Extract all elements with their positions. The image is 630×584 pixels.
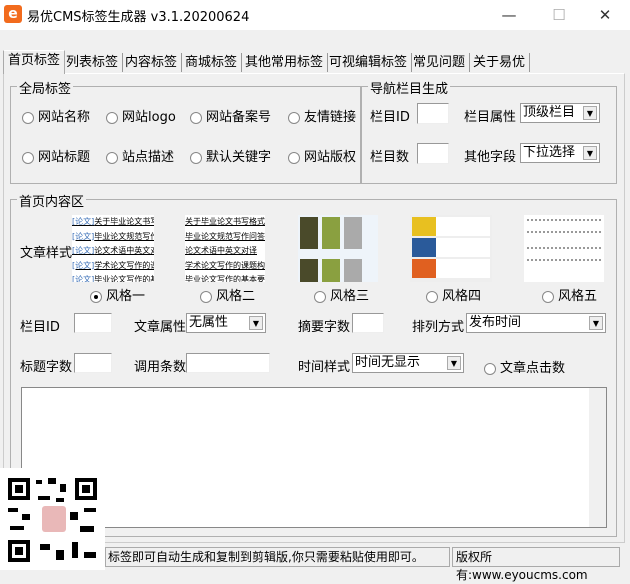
status-message: 标签即可自动生成和复制到剪辑版,你只需要粘贴使用即可。	[105, 547, 450, 567]
scrollbar[interactable]	[589, 388, 606, 527]
count-input[interactable]	[186, 353, 270, 373]
radio-site-logo[interactable]: 网站logo	[106, 106, 176, 125]
style2-preview: 关于毕业论文书写格式 毕业论文规范写作问答 论文术语中英文对译 学术论文写作的课…	[185, 215, 265, 282]
title-len-label: 标题字数	[20, 360, 73, 375]
article-attr-select[interactable]: 无属性 ▼	[186, 313, 266, 333]
nav-field-select[interactable]: 下拉选择 ▼	[520, 143, 600, 163]
chevron-down-icon: ▼	[447, 356, 461, 370]
tab-home[interactable]: 首页标签	[3, 50, 66, 74]
time-style-label: 时间样式	[298, 360, 351, 375]
tab-shop[interactable]: 商城标签	[181, 53, 243, 72]
output-textarea[interactable]	[21, 387, 607, 528]
group-title: 全局标签	[17, 78, 74, 97]
checkbox-article-clicks[interactable]: 文章点击数	[484, 357, 565, 376]
radio-style-2[interactable]: 风格二	[200, 285, 255, 304]
group-title: 首页内容区	[17, 191, 87, 210]
radio-copyright[interactable]: 网站版权	[288, 146, 356, 165]
nav-id-label: 栏目ID	[370, 110, 410, 125]
tab-faq[interactable]: 常见问题	[409, 53, 471, 72]
nav-id-input[interactable]	[417, 103, 449, 124]
style3-preview	[298, 215, 378, 282]
nav-group: 导航栏目生成	[361, 78, 617, 184]
radio-style-3[interactable]: 风格三	[314, 285, 369, 304]
window-title: 易优CMS标签生成器 v3.1.20200624	[27, 10, 250, 25]
article-attr-label: 文章属性	[134, 320, 187, 335]
tab-about[interactable]: 关于易优	[469, 53, 531, 72]
order-label: 排列方式	[412, 320, 465, 335]
chevron-down-icon: ▼	[583, 106, 597, 120]
content-id-input[interactable]	[74, 313, 112, 333]
article-style-label: 文章样式	[20, 246, 73, 261]
radio-style-5[interactable]: 风格五	[542, 285, 597, 304]
nav-field-label: 其他字段	[464, 150, 517, 165]
maximize-button[interactable]: ☐	[536, 0, 582, 30]
chevron-down-icon: ▼	[583, 146, 597, 160]
tab-visual-edit[interactable]: 可视编辑标签	[325, 53, 413, 72]
radio-site-name[interactable]: 网站名称	[22, 106, 90, 125]
nav-attr-label: 栏目属性	[464, 110, 517, 125]
app-logo-icon: e	[4, 5, 22, 23]
time-style-select[interactable]: 时间无显示 ▼	[352, 353, 464, 373]
content-id-label: 栏目ID	[20, 320, 60, 335]
style5-preview	[524, 215, 604, 282]
nav-count-label: 栏目数	[370, 150, 410, 165]
status-copyright: 版权所有:www.eyoucms.com	[452, 547, 620, 582]
nav-count-input[interactable]	[417, 143, 449, 164]
tab-list[interactable]: 列表标签	[62, 53, 124, 72]
nav-attr-select[interactable]: 顶级栏目 ▼	[520, 103, 600, 123]
style1-preview: [论文]关于毕业论文书写格式 [论文]毕业论文规范写作问答 [论文]论文术语中英…	[72, 215, 154, 282]
close-button[interactable]: ✕	[582, 0, 628, 30]
order-select[interactable]: 发布时间 ▼	[466, 313, 606, 333]
summary-len-label: 摘要字数	[298, 320, 351, 335]
group-title: 导航栏目生成	[368, 78, 451, 97]
minimize-button[interactable]: —	[486, 0, 532, 30]
radio-keywords[interactable]: 默认关键字	[190, 146, 271, 165]
tab-content[interactable]: 内容标签	[121, 53, 183, 72]
summary-len-input[interactable]	[352, 313, 384, 333]
chevron-down-icon: ▼	[249, 316, 263, 330]
count-label: 调用条数	[134, 360, 187, 375]
style4-preview	[410, 215, 492, 282]
radio-style-1[interactable]: 风格一	[90, 285, 145, 304]
chevron-down-icon: ▼	[589, 316, 603, 330]
radio-site-desc[interactable]: 站点描述	[106, 146, 174, 165]
radio-style-4[interactable]: 风格四	[426, 285, 481, 304]
radio-site-title[interactable]: 网站标题	[22, 146, 90, 165]
radio-site-icp[interactable]: 网站备案号	[190, 106, 271, 125]
tab-other[interactable]: 其他常用标签	[241, 53, 329, 72]
qr-code-image	[0, 468, 105, 570]
radio-friend-links[interactable]: 友情链接	[288, 106, 356, 125]
title-bar: e 易优CMS标签生成器 v3.1.20200624 — ☐ ✕	[0, 0, 630, 30]
global-tags-group: 全局标签	[10, 78, 361, 184]
title-len-input[interactable]	[74, 353, 112, 373]
